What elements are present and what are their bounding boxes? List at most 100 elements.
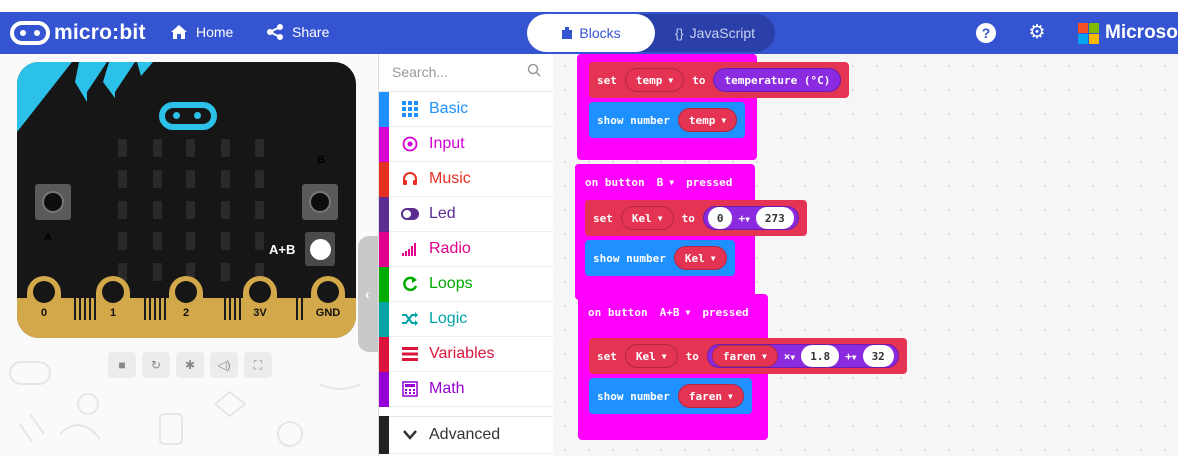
category-label: Advanced xyxy=(429,426,501,443)
sound-icon[interactable]: ◁) xyxy=(210,352,238,378)
category-math[interactable]: Math xyxy=(379,371,554,407)
variable-dropdown[interactable]: temp ▼ xyxy=(624,68,685,92)
on-button-keyword: on button xyxy=(585,175,645,189)
variable-dropdown[interactable]: Kel ▼ xyxy=(624,344,678,368)
pressed-keyword: pressed xyxy=(686,175,733,189)
operator-dropdown[interactable]: +▼ xyxy=(738,212,749,225)
number-input[interactable]: 273 xyxy=(755,207,794,229)
show-number-keyword: show number xyxy=(593,251,666,265)
simulator-controls: ■ ↻ ✱ ◁) ⛶ xyxy=(108,352,272,378)
category-radio[interactable]: Radio xyxy=(379,231,554,267)
button-b[interactable] xyxy=(302,184,338,220)
operator-dropdown[interactable]: ×▼ xyxy=(784,350,795,363)
home-button[interactable]: Home xyxy=(170,24,233,40)
variable-dropdown[interactable]: Kel ▼ xyxy=(620,206,674,230)
category-variables[interactable]: Variables xyxy=(379,336,554,372)
category-music[interactable]: Music xyxy=(379,161,554,197)
microbit-board: A B A+B 0 1 2 3V GND xyxy=(17,62,356,338)
headphones-icon xyxy=(401,170,419,188)
category-input[interactable]: Input xyxy=(379,126,554,162)
pin-label: 2 xyxy=(182,307,190,319)
dropdown-arrow-icon: ▼ xyxy=(745,214,750,224)
button-ab-label: A+B xyxy=(269,242,296,257)
share-label: Share xyxy=(292,24,330,40)
button-dropdown[interactable]: A+B ▼ xyxy=(655,300,695,324)
tab-blocks[interactable]: Blocks xyxy=(527,14,655,52)
search-icon[interactable] xyxy=(527,63,541,77)
fullscreen-icon[interactable]: ⛶ xyxy=(244,352,272,378)
pin-label: 3V xyxy=(253,307,267,319)
show-number-block[interactable]: show number Kel ▼ xyxy=(585,240,735,276)
dropdown-arrow-icon: ▼ xyxy=(657,213,663,223)
toolbox: Search... Basic Input Music Led Radio Lo… xyxy=(378,54,554,456)
show-number-block[interactable]: show number faren ▼ xyxy=(589,378,752,414)
category-label: Math xyxy=(429,380,465,397)
collapse-simulator-button[interactable]: ‹ xyxy=(358,236,380,352)
microsoft-text: Microsof xyxy=(1105,22,1178,43)
button-ab[interactable] xyxy=(305,232,335,266)
set-keyword: set xyxy=(597,349,617,363)
variable-reporter[interactable]: faren ▼ xyxy=(711,345,778,367)
button-a[interactable] xyxy=(35,184,71,220)
tab-javascript[interactable]: {} JavaScript xyxy=(659,14,771,52)
on-button-ab-header[interactable]: on button A+B ▼ pressed xyxy=(578,294,759,330)
operator-dropdown[interactable]: +▼ xyxy=(845,350,856,363)
category-label: Radio xyxy=(429,240,471,257)
to-keyword: to xyxy=(692,73,706,87)
category-loops[interactable]: Loops xyxy=(379,266,554,302)
dropdown-arrow-icon: ▼ xyxy=(761,351,767,361)
toggle-icon xyxy=(401,205,419,223)
temperature-reporter[interactable]: temperature (°C) xyxy=(713,68,842,92)
button-dropdown[interactable]: B ▼ xyxy=(652,170,679,194)
show-number-block[interactable]: show number temp ▼ xyxy=(589,102,746,138)
number-input[interactable]: 1.8 xyxy=(801,345,840,367)
category-led[interactable]: Led xyxy=(379,196,554,232)
category-label: Led xyxy=(429,205,456,222)
tab-javascript-label: JavaScript xyxy=(689,25,756,41)
grid-icon xyxy=(401,100,419,118)
category-label: Music xyxy=(429,170,471,187)
restart-icon[interactable]: ↻ xyxy=(142,352,170,378)
variable-reporter[interactable]: temp ▼ xyxy=(677,108,738,132)
category-basic[interactable]: Basic xyxy=(379,91,554,127)
search-input[interactable]: Search... xyxy=(392,64,448,80)
braces-icon: {} xyxy=(674,25,684,41)
variable-reporter[interactable]: Kel ▼ xyxy=(673,246,727,270)
dropdown-arrow-icon: ▼ xyxy=(710,253,716,263)
blocks-workspace[interactable]: set temp ▼ to temperature (°C) show numbe… xyxy=(553,54,1178,456)
set-keyword: set xyxy=(597,73,617,87)
set-kel-block[interactable]: set Kel ▼ to faren ▼ ×▼ 1.8 +▼ 32 xyxy=(589,338,907,374)
category-label: Loops xyxy=(429,275,473,292)
toolbox-search[interactable]: Search... xyxy=(379,54,554,92)
on-button-b-header[interactable]: on button B ▼ pressed xyxy=(575,164,743,200)
microsoft-logo[interactable]: Microsof xyxy=(1078,22,1178,44)
number-input[interactable]: 32 xyxy=(862,345,894,367)
category-advanced[interactable]: Advanced xyxy=(379,416,554,454)
chevron-left-icon: ‹ xyxy=(365,286,370,302)
number-input[interactable]: 0 xyxy=(707,207,733,229)
signal-icon xyxy=(401,240,419,258)
gear-icon[interactable]: ⚙ xyxy=(1027,23,1047,43)
category-logic[interactable]: Logic xyxy=(379,301,554,337)
category-label: Input xyxy=(429,135,465,152)
board-logo xyxy=(159,102,217,130)
share-button[interactable]: Share xyxy=(266,24,329,40)
add-operator[interactable]: 0 +▼ 273 xyxy=(702,206,799,230)
dropdown-arrow-icon: ▼ xyxy=(727,391,733,401)
variable-reporter[interactable]: faren ▼ xyxy=(677,384,744,408)
help-icon[interactable]: ? xyxy=(976,23,996,43)
board-stripes xyxy=(17,62,153,132)
dropdown-arrow-icon: ▼ xyxy=(669,177,675,187)
set-temp-block[interactable]: set temp ▼ to temperature (°C) xyxy=(589,62,850,98)
show-number-keyword: show number xyxy=(597,389,670,403)
pin-label: 1 xyxy=(109,307,117,319)
microbit-logo[interactable]: micro:bit xyxy=(10,20,146,46)
to-keyword: to xyxy=(681,211,695,225)
set-kel-block[interactable]: set Kel ▼ to 0 +▼ 273 xyxy=(585,200,807,236)
math-expression[interactable]: faren ▼ ×▼ 1.8 +▼ 32 xyxy=(706,344,899,368)
debug-icon[interactable]: ✱ xyxy=(176,352,204,378)
stop-icon[interactable]: ■ xyxy=(108,352,136,378)
dropdown-arrow-icon: ▼ xyxy=(721,115,727,125)
home-label: Home xyxy=(196,24,234,40)
pressed-keyword: pressed xyxy=(702,305,749,319)
